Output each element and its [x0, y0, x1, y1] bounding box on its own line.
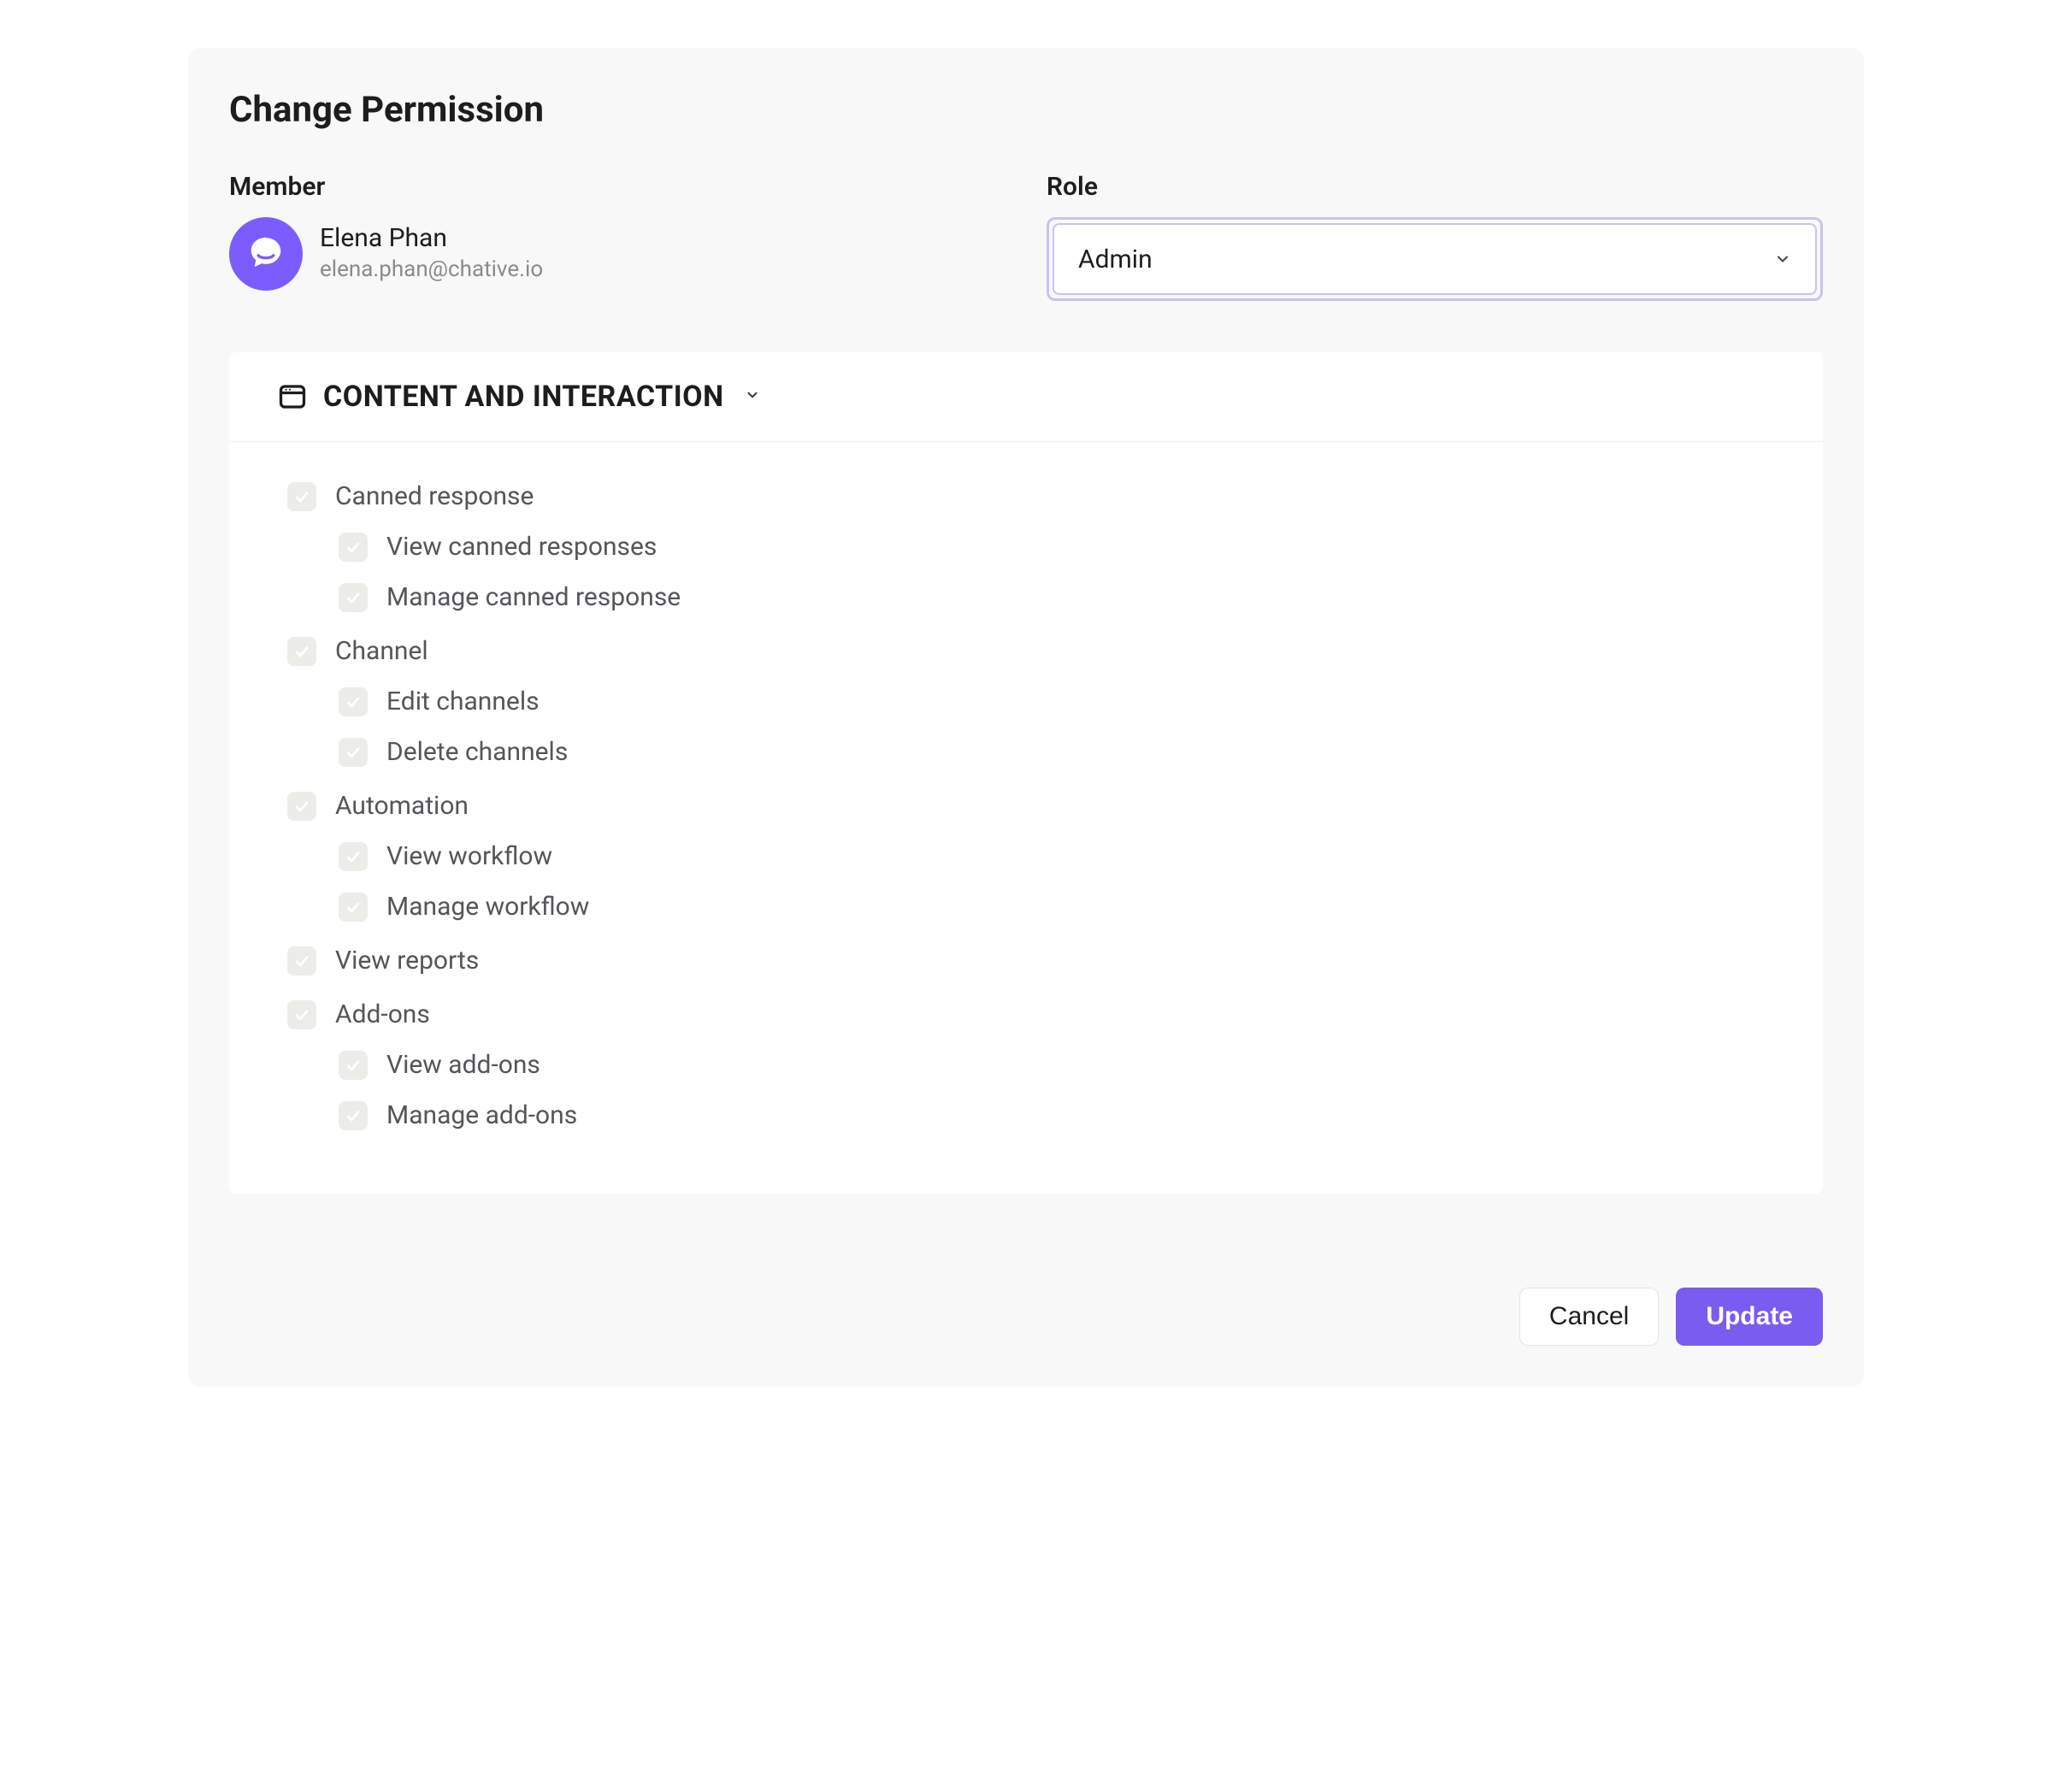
- role-section-label: Role: [1047, 172, 1823, 202]
- permission-label: Automation: [335, 791, 469, 821]
- permission-checkbox[interactable]: [339, 583, 368, 612]
- change-permission-panel: Change Permission Member Elena Phan elen…: [188, 48, 1864, 1387]
- permission-list: Canned response View canned responses Mana…: [229, 442, 1823, 1194]
- role-select-focus-ring: Admin: [1047, 217, 1823, 301]
- permission-section-header[interactable]: CONTENT AND INTERACTION: [229, 352, 1823, 442]
- chevron-down-icon: [1774, 245, 1791, 274]
- permission-checkbox[interactable]: [287, 637, 316, 666]
- permission-section-title: CONTENT AND INTERACTION: [323, 380, 724, 414]
- permission-row: Add-ons: [287, 994, 1775, 1035]
- app-window-icon: [277, 381, 308, 412]
- member-section-label: Member: [229, 172, 1005, 202]
- permission-row: Automation: [287, 786, 1775, 826]
- cancel-button[interactable]: Cancel: [1519, 1288, 1659, 1346]
- permission-row: Manage workflow: [339, 887, 1775, 927]
- role-select-value: Admin: [1078, 245, 1153, 274]
- permission-checkbox[interactable]: [339, 1051, 368, 1080]
- permission-row: View canned responses: [339, 527, 1775, 567]
- permission-checkbox[interactable]: [287, 482, 316, 511]
- permission-checkbox[interactable]: [339, 1101, 368, 1130]
- permission-label: Delete channels: [386, 737, 568, 767]
- permission-row: Channel: [287, 631, 1775, 671]
- permission-checkbox[interactable]: [339, 687, 368, 716]
- permission-label: Canned response: [335, 481, 534, 511]
- permission-row: View workflow: [339, 836, 1775, 876]
- permission-row: Canned response: [287, 476, 1775, 516]
- permission-label: Edit channels: [386, 687, 540, 716]
- member-role-row: Member Elena Phan elena.phan@chative.io: [229, 172, 1823, 301]
- permission-label: Channel: [335, 636, 428, 666]
- permission-row: View add-ons: [339, 1045, 1775, 1085]
- member-text: Elena Phan elena.phan@chative.io: [320, 223, 543, 285]
- chat-bubble-icon: [246, 233, 286, 275]
- permission-label: Manage workflow: [386, 892, 589, 922]
- permission-checkbox[interactable]: [339, 893, 368, 922]
- permission-row: Delete channels: [339, 732, 1775, 772]
- permission-label: Manage canned response: [386, 582, 681, 612]
- permission-checkbox[interactable]: [287, 1000, 316, 1029]
- permission-label: Add-ons: [335, 999, 430, 1029]
- permission-label: View reports: [335, 946, 479, 976]
- footer-actions: Cancel Update: [229, 1288, 1823, 1346]
- role-column: Role Admin: [1047, 172, 1823, 301]
- permission-row: Manage add-ons: [339, 1095, 1775, 1135]
- member-column: Member Elena Phan elena.phan@chative.io: [229, 172, 1005, 301]
- avatar: [229, 217, 303, 291]
- role-select[interactable]: Admin: [1053, 223, 1817, 295]
- member-info: Elena Phan elena.phan@chative.io: [229, 217, 1005, 291]
- permission-checkbox[interactable]: [339, 533, 368, 562]
- permission-card: CONTENT AND INTERACTION Canned response V…: [229, 352, 1823, 1194]
- permission-row: Edit channels: [339, 681, 1775, 722]
- permission-label: Manage add-ons: [386, 1100, 577, 1130]
- permission-row: View reports: [287, 940, 1775, 981]
- permission-label: View canned responses: [386, 532, 657, 562]
- permission-checkbox[interactable]: [287, 792, 316, 821]
- chevron-down-icon: [745, 387, 760, 406]
- permission-checkbox[interactable]: [287, 946, 316, 976]
- permission-label: View add-ons: [386, 1050, 540, 1080]
- update-button[interactable]: Update: [1676, 1288, 1823, 1346]
- member-name: Elena Phan: [320, 223, 543, 254]
- permission-row: Manage canned response: [339, 577, 1775, 617]
- permission-checkbox[interactable]: [339, 842, 368, 871]
- member-email: elena.phan@chative.io: [320, 254, 543, 285]
- page-title: Change Permission: [229, 89, 1823, 131]
- permission-checkbox[interactable]: [339, 738, 368, 767]
- permission-label: View workflow: [386, 841, 552, 871]
